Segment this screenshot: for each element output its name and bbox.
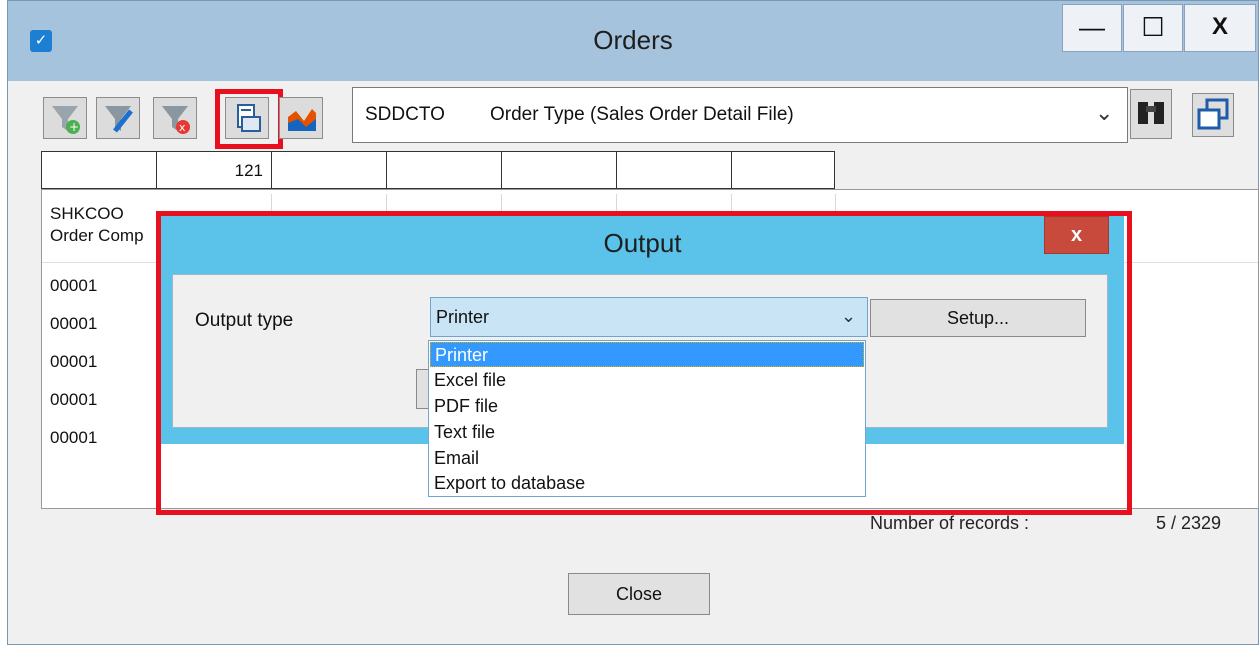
column-header-code[interactable]: SHKCOO (50, 204, 124, 224)
filter-cell-5[interactable] (501, 151, 617, 189)
option-excel-file[interactable]: Excel file (430, 368, 864, 393)
records-count: 5 / 2329 (1156, 513, 1222, 533)
remove-filter-button[interactable]: x (153, 97, 197, 139)
windows-icon (1197, 98, 1229, 130)
option-text-file[interactable]: Text file (430, 420, 864, 445)
close-window-button[interactable]: X (1184, 4, 1256, 52)
filter-edit-icon (105, 106, 133, 133)
filter-cell-4[interactable] (386, 151, 502, 189)
chart-icon (288, 109, 316, 131)
table-row[interactable]: 00001 (50, 314, 97, 334)
dialog-title: Output (603, 228, 682, 258)
highlight-box (215, 89, 283, 149)
output-type-dropdown-list[interactable]: Printer Excel file PDF file Text file Em… (428, 340, 866, 497)
setup-button[interactable]: Setup... (870, 299, 1086, 337)
table-row[interactable]: 00001 (50, 428, 97, 448)
svg-text:+: + (69, 120, 79, 134)
find-button[interactable] (1130, 89, 1172, 139)
edit-filter-button[interactable] (96, 97, 140, 139)
output-type-label: Output type (195, 310, 294, 331)
field-select-combo[interactable]: SDDCTO Order Type (Sales Order Detail Fi… (352, 87, 1128, 143)
chevron-down-icon: ⌄ (1095, 100, 1114, 125)
option-export-to-database[interactable]: Export to database (430, 471, 864, 496)
column-header-title[interactable]: Order Comp (50, 226, 144, 246)
chart-button[interactable] (279, 97, 323, 139)
filter-cell-7[interactable] (731, 151, 835, 189)
add-filter-button[interactable]: + (43, 97, 87, 139)
filter-cell-2[interactable]: 121 (156, 151, 272, 189)
records-label: Number of records : (870, 513, 1030, 533)
title-bar[interactable]: ✓ Orders — ☐ X (8, 1, 1258, 81)
filter-cell-3[interactable] (271, 151, 387, 189)
combo-description: Order Type (Sales Order Detail File) (490, 104, 794, 125)
filter-remove-icon: x (162, 106, 190, 134)
output-type-value: Printer (436, 307, 490, 327)
filter-cell-6[interactable] (616, 151, 732, 189)
option-printer[interactable]: Printer (430, 342, 864, 367)
minimize-button[interactable]: — (1062, 4, 1122, 52)
option-pdf-file[interactable]: PDF file (430, 394, 864, 419)
restore-layout-button[interactable] (1192, 93, 1234, 137)
binoculars-icon (1138, 102, 1164, 124)
filter-add-icon: + (52, 106, 80, 134)
chevron-down-icon: ⌄ (841, 306, 857, 326)
table-row[interactable]: 00001 (50, 276, 97, 296)
output-type-select[interactable]: Printer ⌄ (430, 297, 868, 337)
maximize-button[interactable]: ☐ (1123, 4, 1183, 52)
table-row[interactable]: 00001 (50, 352, 97, 372)
option-email[interactable]: Email (430, 446, 864, 471)
table-row[interactable]: 00001 (50, 390, 97, 410)
combo-code: SDDCTO (365, 104, 445, 125)
filter-cell-1[interactable] (41, 151, 157, 189)
close-button[interactable]: Close (568, 573, 710, 615)
svg-text:x: x (179, 121, 186, 134)
dialog-close-button[interactable]: x (1044, 216, 1109, 254)
